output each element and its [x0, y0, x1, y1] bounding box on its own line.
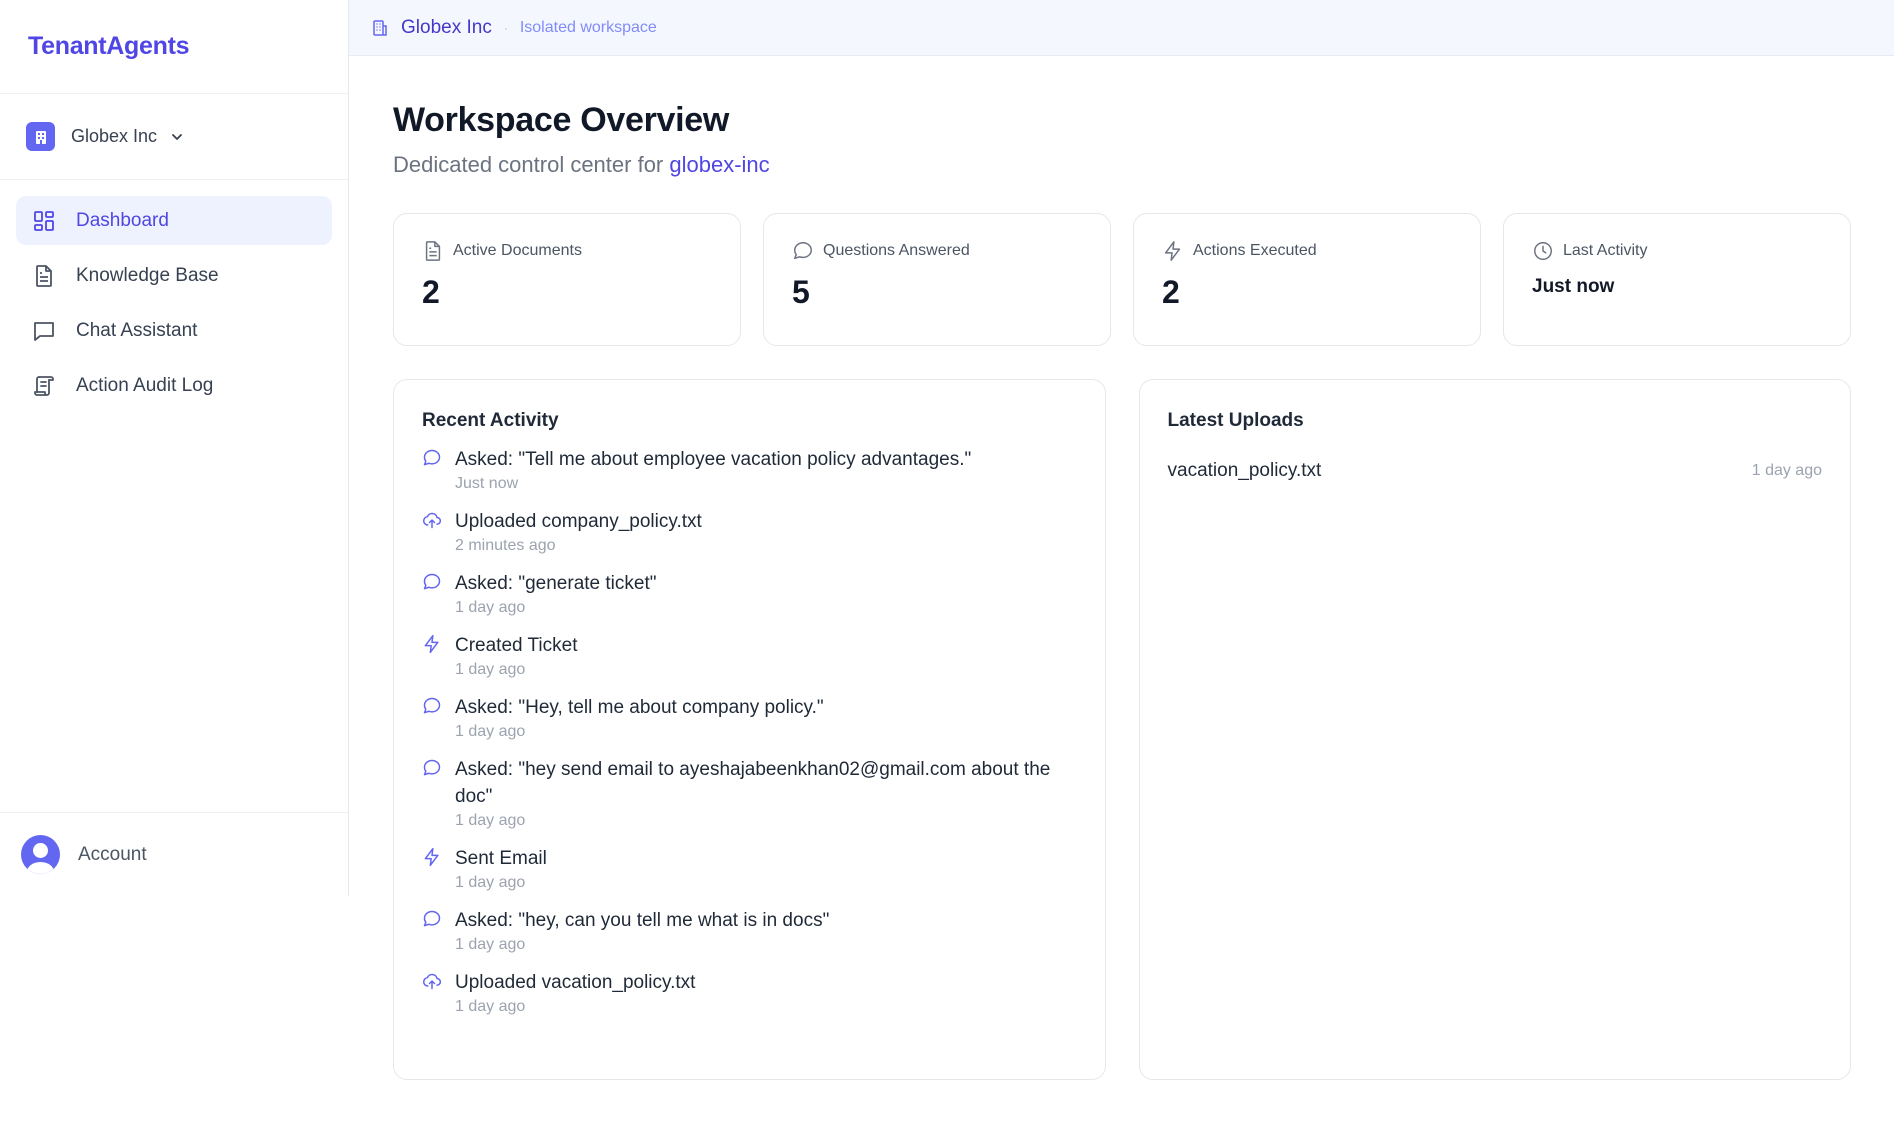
- activity-time: 1 day ago: [455, 874, 526, 891]
- uploads-list: vacation_policy.txt 1 day ago: [1168, 460, 1823, 482]
- activity-item: Asked: "Tell me about employee vacation …: [422, 446, 1077, 494]
- dashboard-icon: [34, 210, 54, 231]
- activity-item: Sent Email 1 day ago: [422, 845, 1077, 893]
- stat-label: Questions Answered: [823, 242, 970, 259]
- upload-filename: vacation_policy.txt: [1167, 460, 1322, 481]
- panels-row: Recent Activity Asked: "Tell me about em…: [393, 379, 1851, 1080]
- activity-text: Asked: "hey send email to ayeshajabeenkh…: [455, 759, 1051, 807]
- recent-activity-panel: Recent Activity Asked: "Tell me about em…: [393, 379, 1106, 1080]
- sidebar-item-label: Dashboard: [76, 209, 169, 231]
- lightning-icon: [424, 634, 439, 654]
- sidebar-item-dashboard[interactable]: Dashboard: [16, 196, 332, 245]
- upload-cloud-icon: [422, 973, 441, 990]
- sidebar-item-label: Chat Assistant: [76, 319, 198, 341]
- activity-time: 1 day ago: [455, 936, 526, 953]
- stat-card-questions-answered: Questions Answered 5: [763, 213, 1111, 346]
- main-content: Workspace Overview Dedicated control cen…: [393, 56, 1851, 1080]
- brand: TenantAgents: [0, 0, 348, 94]
- page-subtitle-prefix: Dedicated control center for: [393, 152, 670, 177]
- workspace-subtitle: Isolated workspace: [519, 18, 657, 36]
- upload-item[interactable]: vacation_policy.txt 1 day ago: [1168, 460, 1823, 482]
- chat-icon: [34, 321, 54, 341]
- chevron-down-icon: [169, 129, 185, 145]
- stat-card-active-documents: Active Documents 2: [393, 213, 741, 346]
- sidebar: TenantAgents Globex Inc Dashboard Knowle…: [0, 0, 349, 896]
- activity-text: Created Ticket: [455, 635, 578, 656]
- stats-row: Active Documents 2 Questions Answered 5 …: [393, 213, 1851, 346]
- document-icon: [425, 241, 441, 261]
- lightning-icon: [1164, 241, 1181, 261]
- activity-text: Uploaded vacation_policy.txt: [455, 972, 696, 993]
- building-icon: [373, 19, 387, 36]
- activity-time: Just now: [455, 475, 519, 492]
- activity-time: 1 day ago: [455, 661, 526, 678]
- activity-item: Asked: "generate ticket" 1 day ago: [422, 570, 1077, 618]
- activity-item: Uploaded company_policy.txt 2 minutes ago: [422, 508, 1077, 556]
- workspace-header: Globex Inc · Isolated workspace: [349, 0, 1894, 56]
- clock-icon: [1534, 242, 1552, 260]
- activity-item: Asked: "hey, can you tell me what is in …: [422, 907, 1077, 955]
- page-subtitle: Dedicated control center for globex-inc: [393, 152, 1851, 178]
- lightning-icon: [424, 847, 439, 867]
- activity-text: Asked: "Tell me about employee vacation …: [455, 449, 972, 470]
- sidebar-item-label: Action Audit Log: [76, 374, 214, 396]
- chat-icon: [423, 573, 441, 590]
- account-button[interactable]: Account: [0, 812, 348, 896]
- page-title: Workspace Overview: [393, 101, 730, 139]
- latest-uploads-panel: Latest Uploads vacation_policy.txt 1 day …: [1138, 379, 1851, 1080]
- panel-title: Recent Activity: [422, 410, 559, 431]
- activity-item: Uploaded vacation_policy.txt 1 day ago: [422, 969, 1077, 1017]
- activity-item: Asked: "Hey, tell me about company polic…: [422, 694, 1077, 742]
- activity-text: Sent Email: [455, 848, 547, 869]
- upload-time: 1 day ago: [1751, 462, 1822, 479]
- chat-icon: [423, 697, 441, 714]
- avatar: [21, 835, 60, 874]
- sidebar-item-knowledge-base[interactable]: Knowledge Base: [16, 251, 332, 300]
- chat-icon: [423, 910, 441, 927]
- activity-time: 1 day ago: [455, 599, 526, 616]
- sidebar-item-chat-assistant[interactable]: Chat Assistant: [16, 306, 332, 355]
- sidebar-nav: Dashboard Knowledge Base Chat Assistant: [0, 180, 348, 426]
- brand-name[interactable]: TenantAgents: [28, 32, 190, 61]
- stat-value: 2: [1162, 274, 1180, 310]
- scroll-icon: [34, 375, 54, 396]
- activity-text: Asked: "Hey, tell me about company polic…: [455, 697, 824, 718]
- activity-list: Asked: "Tell me about employee vacation …: [422, 446, 1077, 1031]
- panel-title: Latest Uploads: [1167, 410, 1304, 431]
- stat-label: Active Documents: [453, 242, 582, 259]
- building-icon: [26, 122, 55, 151]
- stat-card-actions-executed: Actions Executed 2: [1133, 213, 1481, 346]
- stat-card-last-activity: Last Activity Just now: [1503, 213, 1851, 346]
- document-icon: [36, 264, 52, 287]
- activity-item: Created Ticket 1 day ago: [422, 632, 1077, 680]
- activity-time: 1 day ago: [455, 998, 526, 1015]
- sidebar-item-action-audit-log[interactable]: Action Audit Log: [16, 361, 332, 410]
- stat-label: Actions Executed: [1193, 242, 1317, 259]
- activity-time: 2 minutes ago: [455, 537, 556, 554]
- stat-value: 5: [792, 274, 810, 310]
- stat-value: 2: [422, 274, 440, 310]
- tenant-slug: globex-inc: [669, 152, 770, 177]
- workspace-name: Globex Inc: [401, 16, 492, 38]
- tenant-name: Globex Inc: [71, 126, 158, 146]
- upload-cloud-icon: [422, 512, 441, 529]
- chat-icon: [423, 759, 441, 776]
- activity-item: Asked: "hey send email to ayeshajabeenkh…: [422, 756, 1077, 831]
- tenant-switcher[interactable]: Globex Inc: [0, 94, 348, 180]
- chat-icon: [794, 242, 812, 260]
- chat-icon: [423, 449, 441, 466]
- stat-value: Just now: [1532, 276, 1615, 297]
- account-label: Account: [78, 843, 147, 865]
- stat-label: Last Activity: [1563, 242, 1648, 259]
- activity-time: 1 day ago: [455, 723, 526, 740]
- activity-time: 1 day ago: [455, 812, 526, 829]
- activity-text: Asked: "generate ticket": [455, 573, 657, 594]
- activity-text: Asked: "hey, can you tell me what is in …: [455, 910, 830, 931]
- sidebar-item-label: Knowledge Base: [76, 264, 219, 286]
- separator: ·: [503, 20, 508, 35]
- activity-text: Uploaded company_policy.txt: [455, 511, 702, 532]
